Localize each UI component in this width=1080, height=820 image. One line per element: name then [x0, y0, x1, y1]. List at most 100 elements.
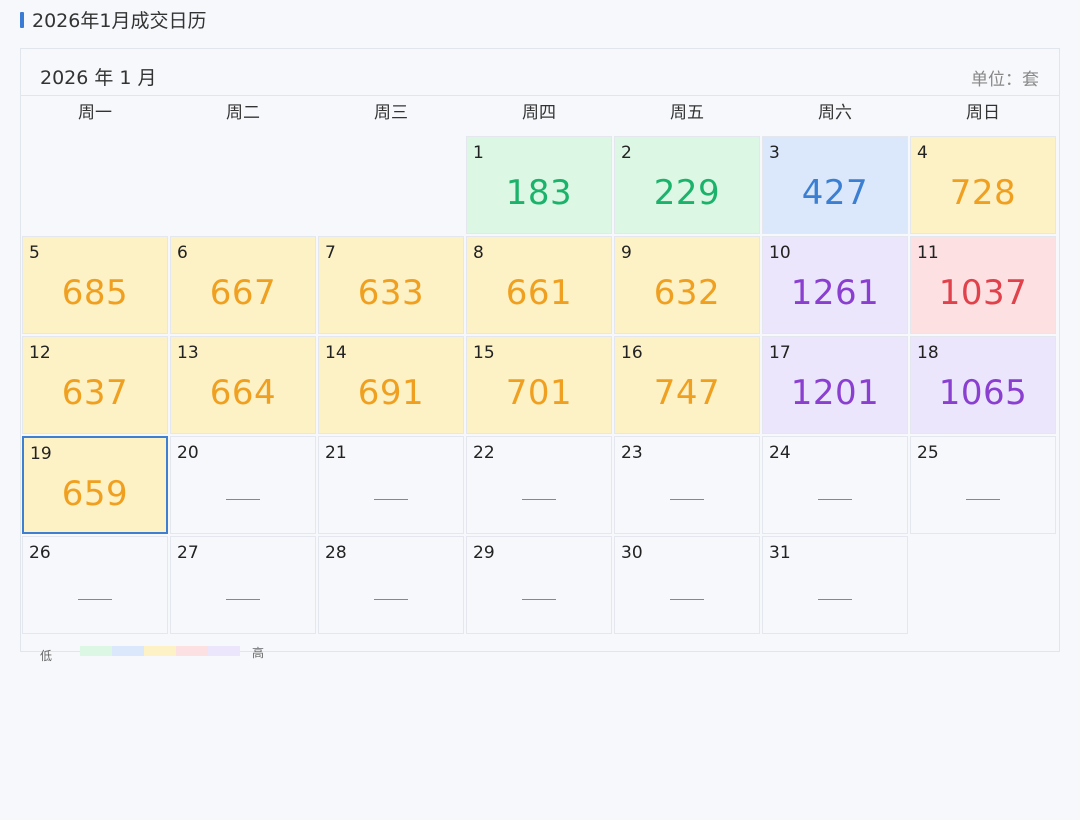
calendar-day-cell[interactable]: 26 [22, 536, 168, 634]
day-number: 6 [177, 243, 188, 263]
calendar-day-cell[interactable]: 2 229 [614, 136, 760, 234]
calendar-grid: 1 183 2 229 3 427 4 728 5 685 6 667 7 633 8 661 9 632 10 12… [21, 135, 1057, 635]
calendar-panel: 2026 年 1 月 单位：套 周一 周二 周三 周四 周五 周六 周日 1 18… [20, 48, 1060, 652]
day-number: 16 [621, 343, 643, 363]
day-number: 20 [177, 443, 199, 463]
calendar-day-cell[interactable]: 7 633 [318, 236, 464, 334]
calendar-day-cell[interactable]: 10 1261 [762, 236, 908, 334]
calendar-day-cell[interactable]: 30 [614, 536, 760, 634]
day-number: 28 [325, 543, 347, 563]
calendar-day-cell[interactable]: 16 747 [614, 336, 760, 434]
weekday-wed: 周三 [374, 103, 408, 123]
deal-count: 632 [653, 273, 721, 313]
calendar-day-cell[interactable]: 17 1201 [762, 336, 908, 434]
calendar-day-cell[interactable]: 5 685 [22, 236, 168, 334]
calendar-day-cell[interactable]: 19 659 [22, 436, 168, 534]
calendar-day-cell[interactable]: 15 701 [466, 336, 612, 434]
day-number: 29 [473, 543, 495, 563]
calendar-day-cell[interactable]: 31 [762, 536, 908, 634]
calendar-day-cell[interactable]: 1 183 [466, 136, 612, 234]
calendar-day-cell[interactable]: 27 [170, 536, 316, 634]
day-number: 5 [29, 243, 40, 263]
day-number: 31 [769, 543, 791, 563]
legend-swatch [112, 646, 144, 656]
day-number: 14 [325, 343, 347, 363]
page-title: 2026年1月成交日历 [20, 6, 206, 33]
day-number: 17 [769, 343, 791, 363]
deal-count: 427 [801, 173, 869, 213]
calendar-blank-cell [318, 136, 464, 234]
weekday-tue: 周二 [226, 103, 260, 123]
day-number: 21 [325, 443, 347, 463]
calendar-day-cell[interactable]: 23 [614, 436, 760, 534]
calendar-blank-cell [910, 536, 1056, 634]
no-data-dash [818, 599, 852, 600]
calendar-day-cell[interactable]: 11 1037 [910, 236, 1056, 334]
day-number: 27 [177, 543, 199, 563]
day-number: 22 [473, 443, 495, 463]
no-data-dash [818, 499, 852, 500]
calendar-day-cell[interactable]: 4 728 [910, 136, 1056, 234]
day-number: 25 [917, 443, 939, 463]
page-title-text: 2026年1月成交日历 [32, 10, 207, 32]
weekday-sat: 周六 [818, 103, 852, 123]
calendar-header: 2026 年 1 月 单位：套 [21, 49, 1059, 96]
calendar-day-cell[interactable]: 9 632 [614, 236, 760, 334]
calendar-day-cell[interactable]: 12 637 [22, 336, 168, 434]
deal-count: 661 [505, 273, 573, 313]
deal-count: 747 [653, 373, 721, 413]
legend-swatch [208, 646, 240, 656]
no-data-dash [226, 499, 260, 500]
day-number: 4 [917, 143, 928, 163]
day-number: 30 [621, 543, 643, 563]
deal-count: 701 [505, 373, 573, 413]
calendar-day-cell[interactable]: 28 [318, 536, 464, 634]
day-number: 9 [621, 243, 632, 263]
no-data-dash [670, 499, 704, 500]
day-number: 7 [325, 243, 336, 263]
calendar-day-cell[interactable]: 8 661 [466, 236, 612, 334]
deal-count: 728 [949, 173, 1017, 213]
day-number: 8 [473, 243, 484, 263]
deal-count: 633 [357, 273, 425, 313]
weekday-thu: 周四 [522, 103, 556, 123]
day-number: 12 [29, 343, 51, 363]
deal-count: 685 [61, 273, 129, 313]
weekday-sun: 周日 [966, 103, 1000, 123]
calendar-blank-cell [170, 136, 316, 234]
calendar-day-cell[interactable]: 6 667 [170, 236, 316, 334]
title-accent-bar [20, 11, 24, 28]
deal-count: 1065 [938, 373, 1028, 413]
day-number: 23 [621, 443, 643, 463]
legend-swatch [80, 646, 112, 656]
no-data-dash [522, 599, 556, 600]
no-data-dash [670, 599, 704, 600]
day-number: 18 [917, 343, 939, 363]
weekday-row: 周一 周二 周三 周四 周五 周六 周日 [21, 96, 1061, 136]
deal-count: 659 [61, 474, 129, 514]
deal-count: 183 [505, 173, 573, 213]
no-data-dash [374, 499, 408, 500]
day-number: 11 [917, 243, 939, 263]
no-data-dash [966, 499, 1000, 500]
calendar-day-cell[interactable]: 14 691 [318, 336, 464, 434]
calendar-blank-cell [22, 136, 168, 234]
calendar-day-cell[interactable]: 24 [762, 436, 908, 534]
calendar-day-cell[interactable]: 22 [466, 436, 612, 534]
calendar-day-cell[interactable]: 3 427 [762, 136, 908, 234]
day-number: 3 [769, 143, 780, 163]
day-number: 15 [473, 343, 495, 363]
calendar-day-cell[interactable]: 13 664 [170, 336, 316, 434]
deal-count: 1037 [938, 273, 1028, 313]
deal-count: 691 [357, 373, 425, 413]
calendar-day-cell[interactable]: 29 [466, 536, 612, 634]
deal-count: 664 [209, 373, 277, 413]
day-number: 26 [29, 543, 51, 563]
calendar-day-cell[interactable]: 20 [170, 436, 316, 534]
calendar-day-cell[interactable]: 25 [910, 436, 1056, 534]
calendar-day-cell[interactable]: 18 1065 [910, 336, 1056, 434]
legend-swatch [176, 646, 208, 656]
unit-label: 单位：套 [971, 70, 1039, 90]
deal-count: 1261 [790, 273, 880, 313]
calendar-day-cell[interactable]: 21 [318, 436, 464, 534]
